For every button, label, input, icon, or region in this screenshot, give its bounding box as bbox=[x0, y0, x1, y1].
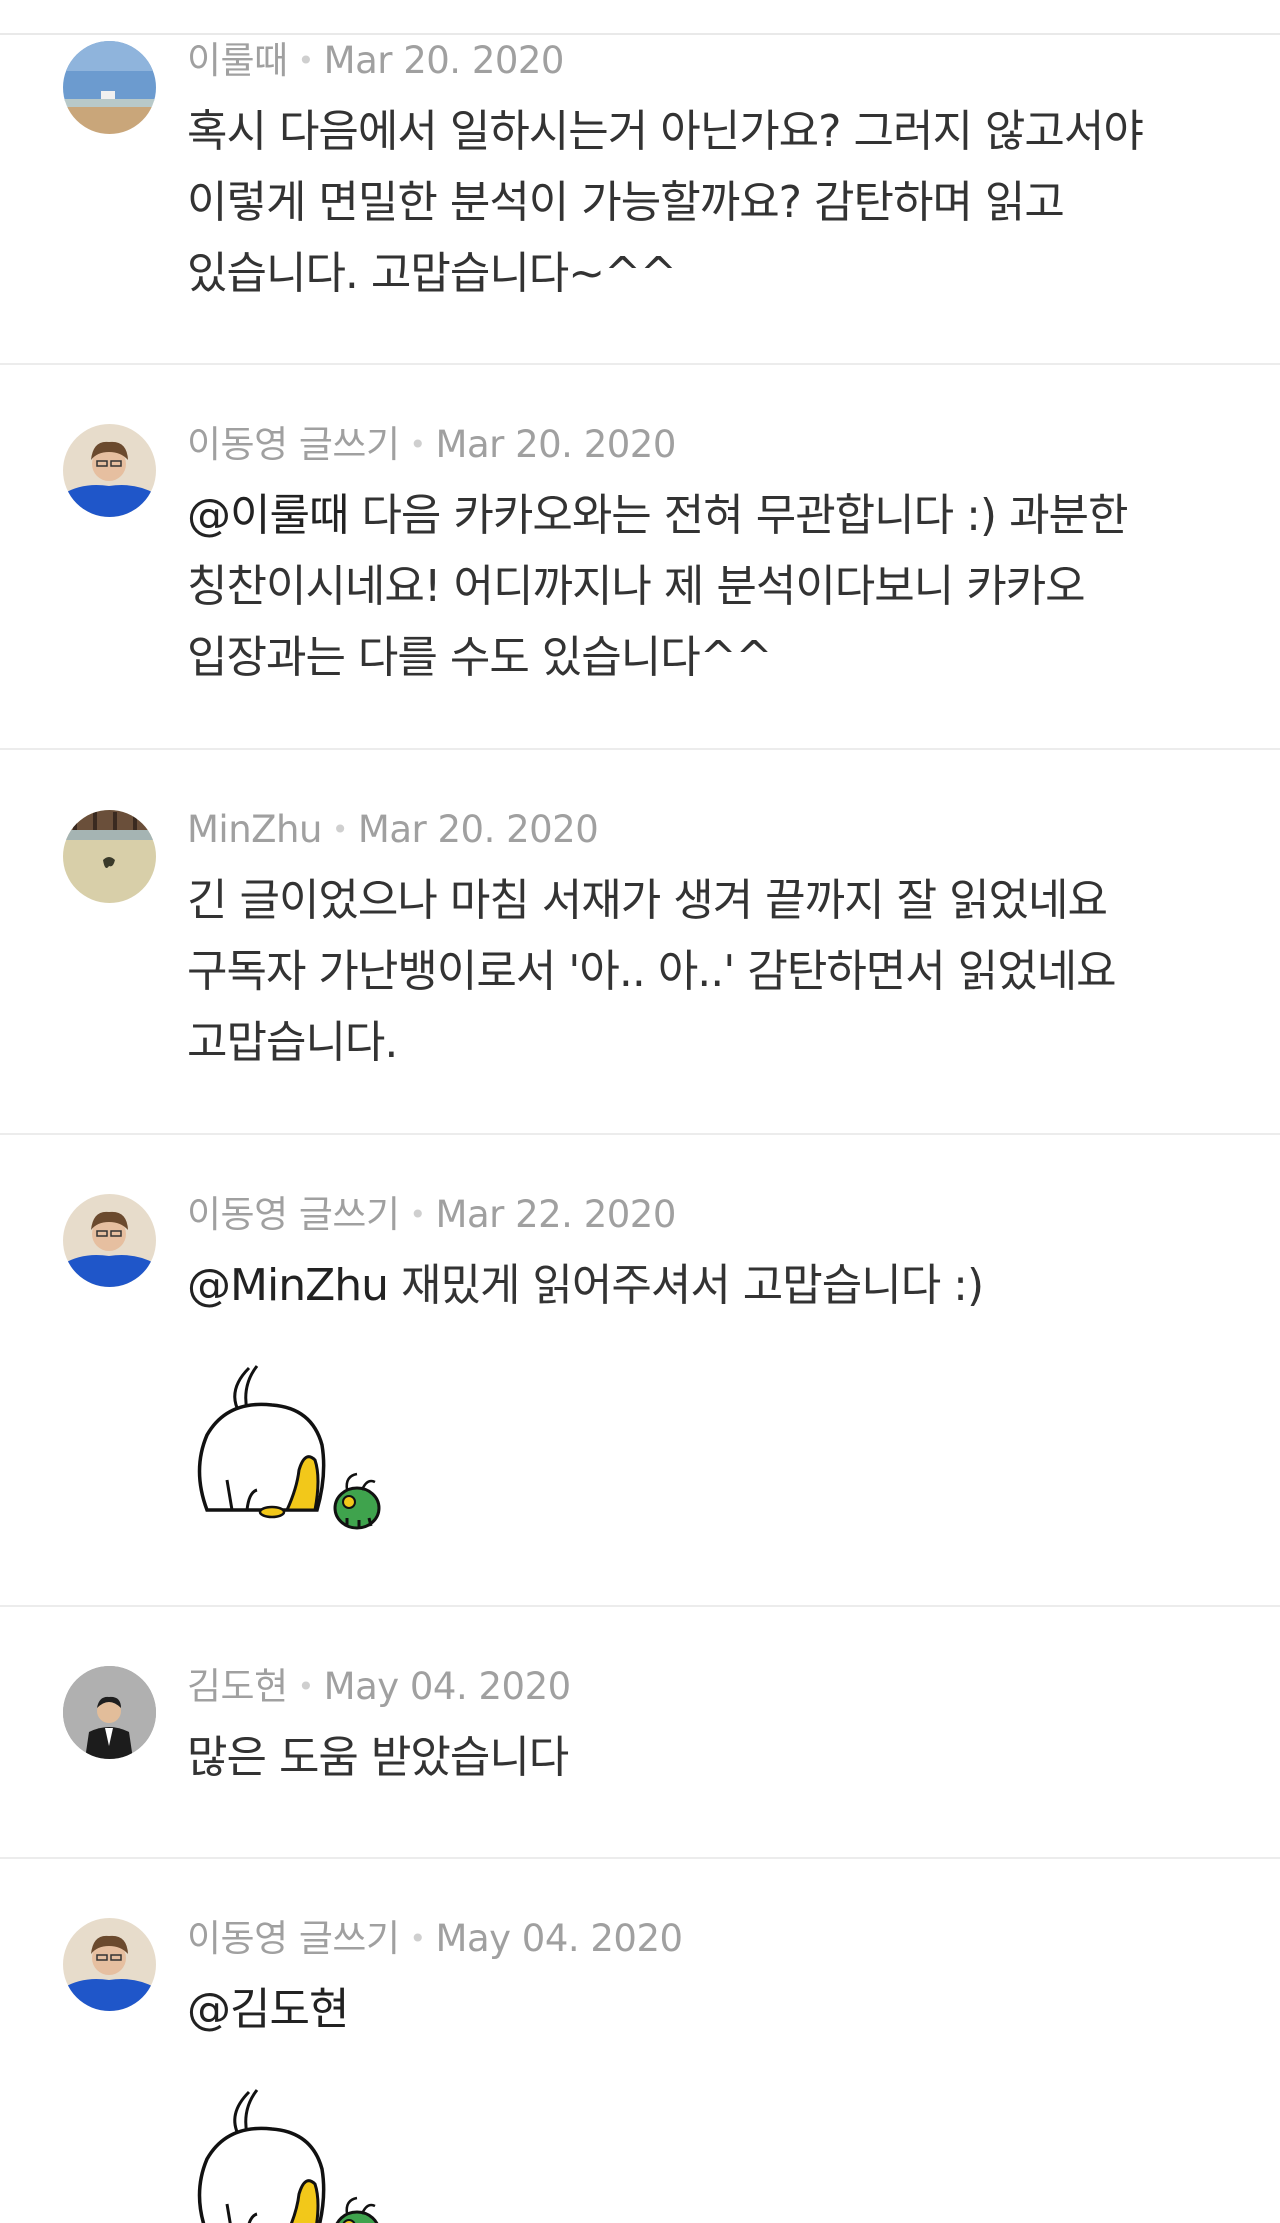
comment-author[interactable]: 이동영 글쓰기 bbox=[187, 1193, 400, 1236]
comment-date: May 04. 2020 bbox=[435, 1917, 684, 1960]
bowing-character-sticker bbox=[187, 2084, 387, 2223]
separator-dot: • bbox=[297, 1670, 315, 1703]
comment-text: 많은 도움 받았습니다 bbox=[187, 1732, 569, 1783]
user-avatar[interactable] bbox=[63, 1194, 156, 1287]
comment-item: 이동영 글쓰기 • Mar 20. 2020 @이룰때 다음 카카오와는 전혀 무관… bbox=[0, 365, 1280, 748]
comment-text: @MinZhu 재밌게 읽어주셔서 고맙습니다 :) bbox=[187, 1250, 1207, 1321]
separator-dot: • bbox=[409, 1922, 427, 1955]
separator-dot: • bbox=[297, 44, 315, 77]
comment-date: Mar 22. 2020 bbox=[435, 1193, 677, 1236]
mention-link[interactable]: @이룰때 bbox=[187, 490, 349, 541]
comment-meta: 이동영 글쓰기 • Mar 22. 2020 bbox=[187, 1193, 676, 1237]
separator-dot: • bbox=[331, 813, 349, 846]
bowing-character-sticker bbox=[187, 1360, 387, 1534]
user-avatar[interactable] bbox=[63, 1918, 156, 2011]
comment-item: 이동영 글쓰기 • Mar 22. 2020 @MinZhu 재밌게 읽어주셔서 고… bbox=[0, 1135, 1280, 1605]
comment-text: @이룰때 다음 카카오와는 전혀 무관합니다 :) 과분한 칭찬이시네요! 어디… bbox=[187, 480, 1207, 693]
mention-link[interactable]: @김도현 bbox=[187, 1984, 349, 2035]
separator-dot: • bbox=[409, 1198, 427, 1231]
mention-link[interactable]: @MinZhu bbox=[187, 1260, 389, 1311]
comment-date: Mar 20. 2020 bbox=[435, 423, 677, 466]
comment-author[interactable]: 이룰때 bbox=[187, 39, 288, 82]
comment-author[interactable]: 김도현 bbox=[187, 1665, 288, 1708]
comment-date: May 04. 2020 bbox=[323, 1665, 572, 1708]
comment-text: 혹시 다음에서 일하시는거 아닌가요? 그러지 않고서야 이렇게 면밀한 분석이… bbox=[187, 106, 1144, 299]
comment-body: 재밌게 읽어주셔서 고맙습니다 :) bbox=[388, 1260, 984, 1311]
comment-date: Mar 20. 2020 bbox=[357, 808, 599, 851]
user-avatar[interactable] bbox=[63, 1666, 156, 1759]
user-avatar[interactable] bbox=[63, 810, 156, 903]
user-avatar[interactable] bbox=[63, 41, 156, 134]
comment-text: 긴 글이었으나 마침 서재가 생겨 끝까지 잘 읽었네요 구독자 가난뱅이로서 … bbox=[187, 875, 1117, 1068]
comment-author[interactable]: MinZhu bbox=[187, 808, 322, 851]
comment-item: MinZhu • Mar 20. 2020 긴 글이었으나 마침 서재가 생겨 끝까… bbox=[0, 750, 1280, 1133]
comment-item: 이동영 글쓰기 • May 04. 2020 @김도현 bbox=[0, 1859, 1280, 2223]
comment-item: 김도현 • May 04. 2020 많은 도움 받았습니다 bbox=[0, 1607, 1280, 1857]
comment-meta: 이룰때 • Mar 20. 2020 bbox=[187, 39, 564, 83]
comment-meta: 이동영 글쓰기 • May 04. 2020 bbox=[187, 1917, 683, 1961]
comment-meta: 이동영 글쓰기 • Mar 20. 2020 bbox=[187, 423, 676, 467]
comment-item: 이룰때 • Mar 20. 2020 혹시 다음에서 일하시는거 아닌가요? 그러지… bbox=[0, 0, 1280, 363]
user-avatar[interactable] bbox=[63, 424, 156, 517]
comment-text: @김도현 bbox=[187, 1974, 1207, 2045]
comment-meta: MinZhu • Mar 20. 2020 bbox=[187, 808, 599, 852]
comment-author[interactable]: 이동영 글쓰기 bbox=[187, 1917, 400, 1960]
comment-author[interactable]: 이동영 글쓰기 bbox=[187, 423, 400, 466]
comment-meta: 김도현 • May 04. 2020 bbox=[187, 1665, 571, 1709]
comment-date: Mar 20. 2020 bbox=[323, 39, 565, 82]
separator-dot: • bbox=[409, 428, 427, 461]
